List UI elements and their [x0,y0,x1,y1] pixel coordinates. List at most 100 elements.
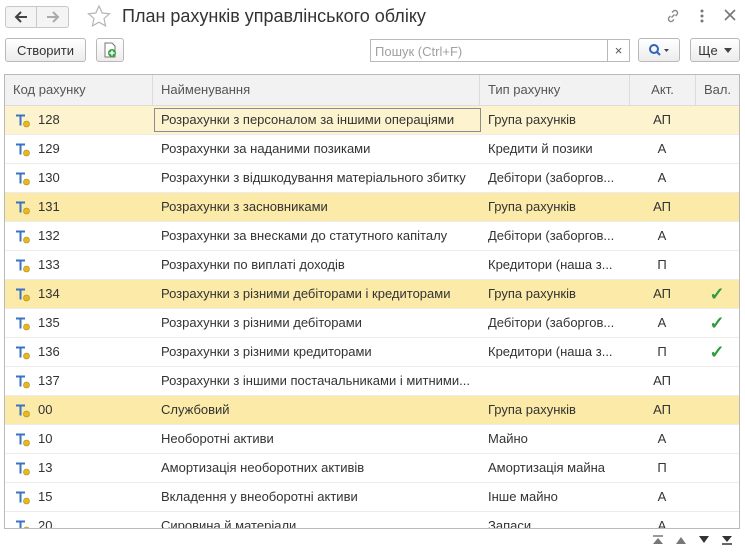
scroll-bottom-button[interactable] [715,530,739,550]
account-icon [16,520,30,528]
account-active-passive: АП [653,373,671,388]
account-code: 10 [38,431,53,446]
back-arrow-icon [14,11,27,23]
table-row[interactable]: 129 Розрахунки за наданими позиками Кредит… [5,135,739,164]
account-type: Запаси [488,518,532,529]
table-row[interactable]: 00 Службовий Група рахунків АП [5,396,739,425]
search-placeholder: Пошук (Ctrl+F) [375,44,463,59]
account-name: Розрахунки з відшкодування матеріального… [161,170,466,185]
account-active-passive: АП [653,286,671,301]
table-row[interactable]: 15 Вкладення у внеоборотні активи Інше май… [5,483,739,512]
table-row[interactable]: 136 Розрахунки з різними кредиторами Креди… [5,338,739,367]
title-bar: План рахунків управлінського обліку [0,0,745,34]
account-name: Розрахунки за наданими позиками [161,141,371,156]
search-button[interactable] [638,38,680,62]
account-active-passive: П [657,460,667,475]
currency-check [697,164,737,192]
currency-check [697,251,737,279]
create-button[interactable]: Створити [5,38,86,62]
account-active-passive: А [657,228,667,243]
table-row[interactable]: 133 Розрахунки по виплаті доходів Кредитор… [5,251,739,280]
account-icon [16,172,30,186]
table-row[interactable]: 135 Розрахунки з різними дебіторами Дебіто… [5,309,739,338]
account-name: Вкладення у внеоборотні активи [161,489,358,504]
account-icon [16,259,30,273]
account-type: Дебітори (заборгов... [488,228,615,243]
account-code: 132 [38,228,60,243]
account-code: 00 [38,402,53,417]
back-button[interactable] [5,6,37,28]
account-active-passive: А [657,489,667,504]
account-active-passive: А [657,315,667,330]
account-code: 137 [38,373,60,388]
table-row[interactable]: 20 Сировина й матеріали Запаси А [5,512,739,529]
account-name: Сировина й матеріали [161,518,297,529]
account-type: Кредити й позики [488,141,593,156]
more-vertical-icon[interactable] [698,8,706,24]
account-icon [16,404,30,418]
table-row[interactable]: 130 Розрахунки з відшкодування матеріальн… [5,164,739,193]
currency-check [697,425,737,453]
table-row[interactable]: 131 Розрахунки з засновниками Група рахунк… [5,193,739,222]
account-name: Розрахунки за внесками до статутного кап… [161,228,448,243]
search-icon [649,44,669,56]
currency-check: ✓ [709,342,725,362]
account-code: 129 [38,141,60,156]
account-name: Службовий [161,402,230,417]
account-name: Розрахунки з різними дебіторами [161,315,362,330]
scroll-down-button[interactable] [692,530,716,550]
account-code: 20 [38,518,53,529]
account-icon [16,462,30,476]
account-code: 134 [38,286,60,301]
forward-button[interactable] [37,6,69,28]
account-active-passive: А [657,518,667,529]
column-header-code[interactable]: Код рахунку [5,75,153,105]
table-row[interactable]: 134 Розрахунки з різними дебіторами і кре… [5,280,739,309]
document-add-icon [104,42,116,58]
table-row[interactable]: 137 Розрахунки з іншими постачальниками і… [5,367,739,396]
account-icon [16,346,30,360]
column-header-currency[interactable]: Вал. [696,75,739,105]
scroll-down-icon [699,536,709,543]
scroll-top-button[interactable] [646,530,670,550]
search-input[interactable]: Пошук (Ctrl+F) [370,39,608,62]
account-code: 13 [38,460,53,475]
account-name: Амортизація необоротних активів [161,460,365,475]
table-row[interactable]: 132 Розрахунки за внесками до статутного … [5,222,739,251]
table-row[interactable]: 10 Необоротні активи Майно А [5,425,739,454]
account-name: Розрахунки з засновниками [161,199,328,214]
more-button[interactable]: Ще [690,38,740,62]
table-row[interactable]: 13 Амортизація необоротних активів Амортиз… [5,454,739,483]
account-type: Майно [488,431,528,446]
account-type: Група рахунків [488,286,576,301]
search-clear-button[interactable]: × [608,39,630,62]
table-row[interactable]: 128 Розрахунки з персоналом за іншими опе… [5,106,739,135]
currency-check [697,193,737,221]
currency-check [697,135,737,163]
account-code: 133 [38,257,60,272]
scroll-up-button[interactable] [669,530,693,550]
more-button-label: Ще [698,42,718,58]
column-header-name[interactable]: Найменування [153,75,480,105]
star-icon[interactable] [87,5,111,27]
account-code: 15 [38,489,53,504]
account-icon [16,143,30,157]
table-header: Код рахунку Найменування Тип рахунку Акт… [5,75,739,106]
account-code: 128 [38,112,60,127]
page-title: План рахунків управлінського обліку [122,6,426,26]
account-active-passive: А [657,431,667,446]
account-icon [16,114,30,128]
accounts-table[interactable]: Код рахунку Найменування Тип рахунку Акт… [4,74,740,529]
close-icon[interactable] [723,8,737,22]
copy-button[interactable] [96,38,124,62]
account-type: Амортизація майна [488,460,606,475]
column-header-type[interactable]: Тип рахунку [480,75,630,105]
column-header-active[interactable]: Акт. [630,75,696,105]
account-type: Група рахунків [488,112,576,127]
currency-check [697,512,737,528]
account-icon [16,433,30,447]
currency-check: ✓ [709,313,725,333]
account-type: Дебітори (заборгов... [488,170,615,185]
link-icon[interactable] [665,8,681,24]
account-type: Дебітори (заборгов... [488,315,615,330]
